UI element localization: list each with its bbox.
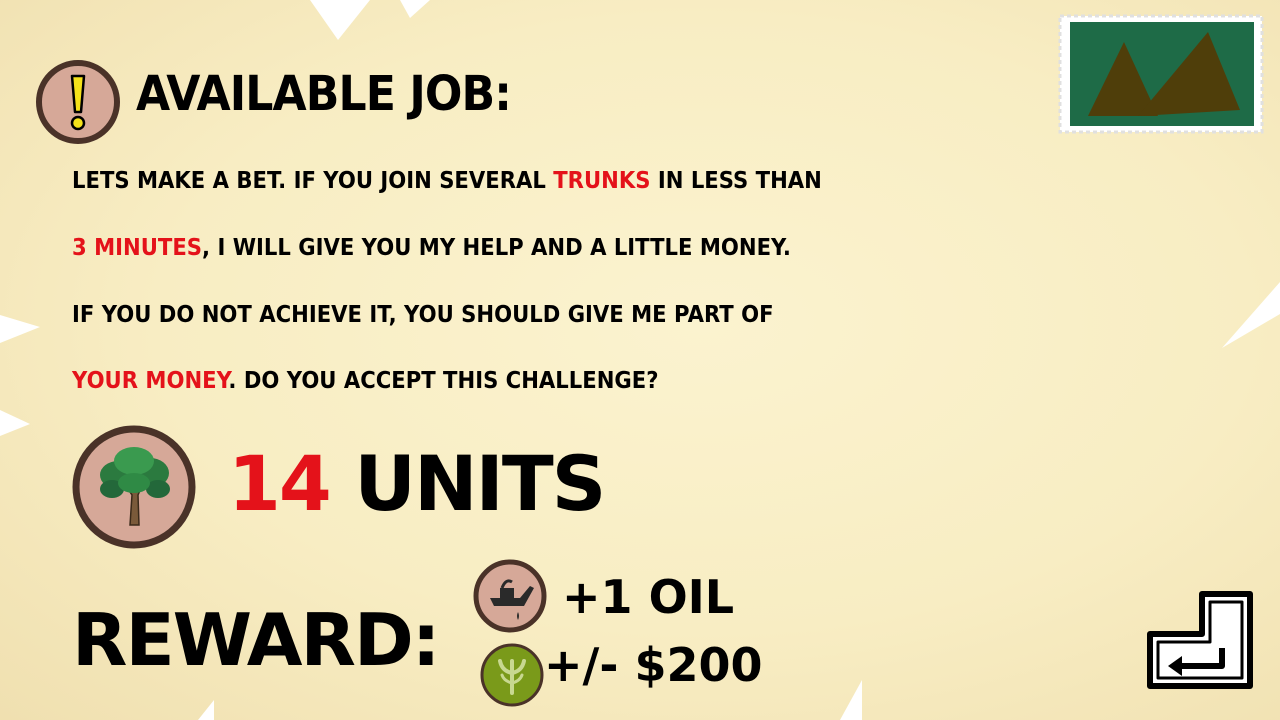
job-description-line-1: LETS MAKE A BET. IF YOU JOIN SEVERAL TRU… (72, 168, 822, 194)
enter-key-icon[interactable] (1146, 590, 1254, 690)
reward-money: +/- $200 (544, 638, 763, 692)
oil-can-icon (473, 559, 547, 633)
paper-tear-top (400, 0, 430, 18)
paper-tear-bottom (840, 680, 862, 720)
reward-label: REWARD: (72, 598, 441, 682)
reward-oil: +1 OIL (562, 570, 735, 624)
job-description-line-3: IF YOU DO NOT ACHIEVE IT, YOU SHOULD GIV… (72, 302, 774, 328)
exclamation-icon (36, 60, 120, 144)
description-highlight: TRUNKS (553, 168, 651, 194)
description-text: . DO YOU ACCEPT THIS CHALLENGE? (228, 368, 659, 394)
job-description-line-2: 3 MINUTES, I WILL GIVE YOU MY HELP AND A… (72, 235, 791, 261)
units-amount: 14 (228, 439, 332, 528)
job-description-line-4: YOUR MONEY. DO YOU ACCEPT THIS CHALLENGE… (72, 368, 659, 394)
description-text: IF YOU DO NOT ACHIEVE IT, YOU SHOULD GIV… (72, 302, 774, 328)
description-text: IN LESS THAN (650, 168, 822, 194)
paper-tear-top-left (310, 0, 370, 40)
page-title: AVAILABLE JOB: (136, 66, 512, 122)
mountain-stamp-icon (1058, 14, 1264, 134)
money-sprout-icon (480, 643, 544, 707)
description-highlight: 3 MINUTES (72, 235, 203, 261)
units-required: 14 UNITS (228, 446, 606, 522)
paper-tear-left-lower (0, 410, 30, 436)
paper-tear-left (0, 315, 40, 343)
description-highlight: YOUR MONEY (72, 368, 229, 394)
tree-icon (72, 425, 196, 549)
paper-tear-right (1222, 282, 1280, 348)
units-label: UNITS (354, 439, 606, 528)
description-text: LETS MAKE A BET. IF YOU JOIN SEVERAL (72, 168, 554, 194)
paper-tear-bottom-left (198, 700, 214, 720)
description-text: , I WILL GIVE YOU MY HELP AND A LITTLE M… (202, 235, 791, 261)
